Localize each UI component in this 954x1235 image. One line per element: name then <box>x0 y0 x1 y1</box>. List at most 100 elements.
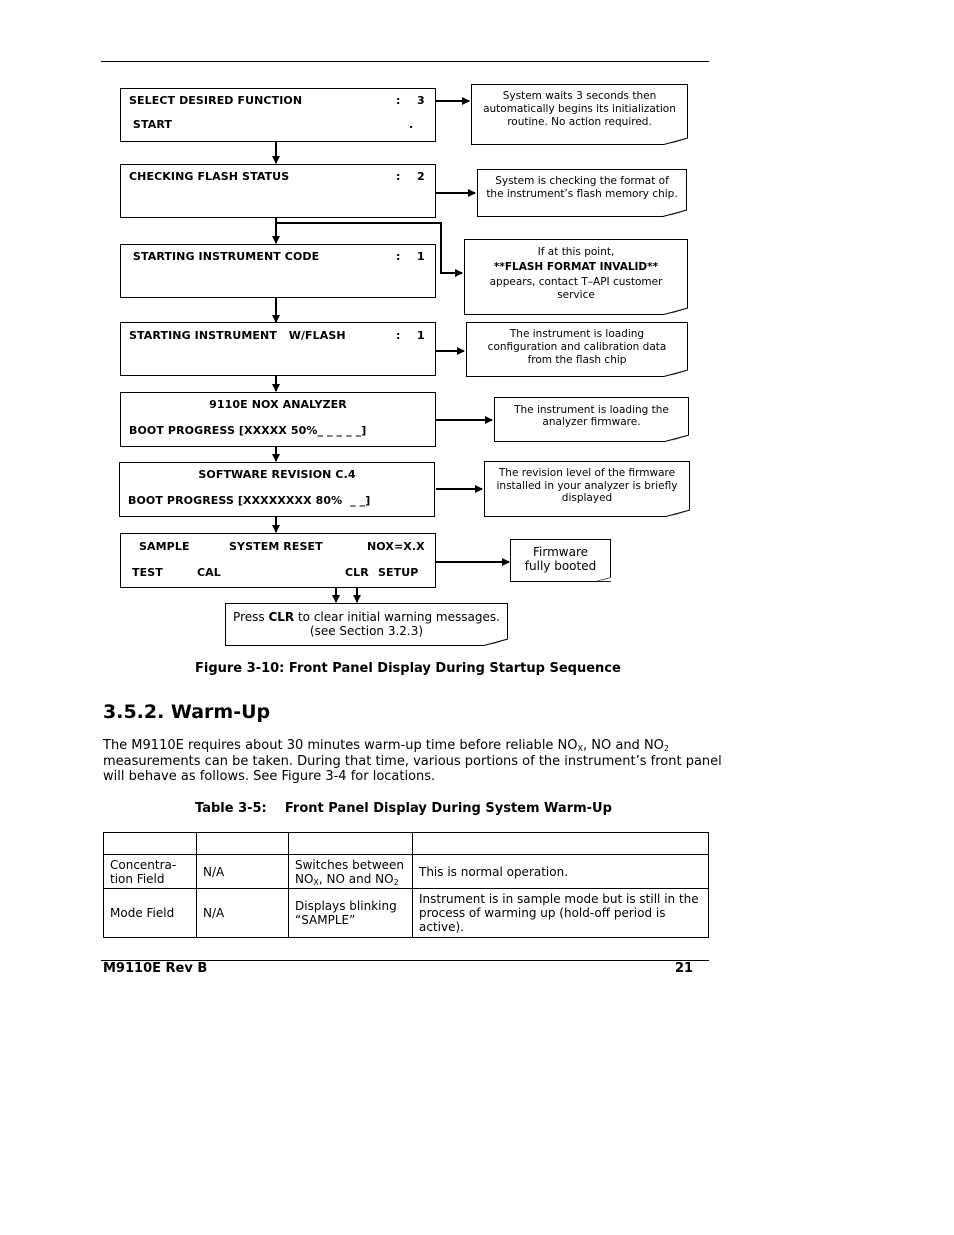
key-setup: SETUP <box>378 566 419 579</box>
display-panel-starting-code: STARTING INSTRUMENT CODE : 1 <box>120 244 436 298</box>
table-header-cell <box>412 832 709 855</box>
note-loading-firmware: The instrument is loading the analyzer f… <box>494 397 689 442</box>
note-line: configuration and calibration data <box>487 341 667 353</box>
table-caption: Table 3-5: Front Panel Display During Sy… <box>195 801 612 816</box>
panel-countdown: 3 <box>417 94 425 107</box>
note-clr-key: CLR <box>268 610 295 624</box>
mode-sample: SAMPLE <box>139 540 190 553</box>
folded-corner-icon <box>663 434 689 442</box>
panel-dot: . <box>409 118 414 131</box>
warmup-table: Concentra-tion Field N/A Switches betwee… <box>103 832 709 938</box>
cell-text: , NO and NO <box>318 871 394 886</box>
note-line: System is checking the format of <box>495 175 669 187</box>
panel-text: START <box>129 118 172 131</box>
note-line: automatically begins its initialization <box>483 103 676 115</box>
section-paragraph: The M9110E requires about 30 minutes war… <box>103 738 723 785</box>
note-line: Firmware <box>533 545 588 559</box>
table-row: Concentra-tion Field N/A Switches betwee… <box>103 854 709 889</box>
note-flash-check: System is checking the format of the ins… <box>477 169 687 217</box>
note-line: displayed <box>561 492 613 504</box>
folded-corner-icon <box>662 137 688 145</box>
folded-corner-icon <box>662 369 688 377</box>
note-line: The instrument is loading <box>509 328 645 340</box>
section-heading: 3.5.2. Warm-Up <box>103 701 271 723</box>
panel-text: SELECT DESIRED FUNCTION <box>129 94 303 107</box>
note-line: analyzer firmware. <box>542 416 641 428</box>
note-line: the instrument’s flash memory chip. <box>486 188 678 200</box>
display-panel-checking-flash: CHECKING FLASH STATUS : 2 <box>120 164 436 218</box>
panel-countdown: 2 <box>417 170 425 183</box>
note-line: service <box>557 289 595 301</box>
folded-corner-icon <box>597 577 611 582</box>
folded-corner-icon <box>482 638 508 646</box>
table-cell: This is normal operation. <box>412 854 709 889</box>
table-row: Mode Field N/A Displays blinking “SAMPLE… <box>103 888 709 938</box>
subscript: 2 <box>663 744 669 753</box>
header-rule <box>101 61 709 62</box>
note-line: routine. No action required. <box>507 116 652 128</box>
note-line: (see Section 3.2.3) <box>309 624 424 638</box>
concentration-nox: NOX=X.X <box>367 540 425 553</box>
note-line: The instrument is loading the <box>514 404 669 416</box>
key-cal: CAL <box>197 566 221 579</box>
table-header-row <box>103 832 709 855</box>
table-cell: Mode Field <box>103 888 197 938</box>
note-firmware-booted: Firmware fully booted <box>510 539 611 582</box>
note-text: to clear initial warning messages. <box>294 610 500 624</box>
footer-doc-id: M9110E Rev B <box>103 961 208 976</box>
display-panel-software-revision: SOFTWARE REVISION C.4 BOOT PROGRESS [XXX… <box>119 462 435 517</box>
panel-countdown: 1 <box>417 329 425 342</box>
display-panel-sample-mode: SAMPLE SYSTEM RESET NOX=X.X TEST CAL CLR… <box>120 533 436 588</box>
panel-colon: : <box>396 94 401 107</box>
table-header-cell <box>288 832 413 855</box>
table-cell: Instrument is in sample mode but is stil… <box>412 888 709 938</box>
note-line: fully booted <box>524 559 597 573</box>
note-text: Press <box>233 610 269 624</box>
note-line: from the flash chip <box>527 354 627 366</box>
table-cell: Concentra-tion Field <box>103 854 197 889</box>
panel-text: CHECKING FLASH STATUS <box>129 170 290 183</box>
note-line: Press CLR to clear initial warning messa… <box>226 610 507 624</box>
para-text: measurements can be taken. During that t… <box>103 753 722 785</box>
footer-page-number: 21 <box>675 961 694 976</box>
panel-title: SOFTWARE REVISION C.4 <box>198 468 356 481</box>
table-header-cell <box>103 832 197 855</box>
subscript: 2 <box>393 877 399 887</box>
panel-colon: : <box>396 250 401 263</box>
panel-title: 9110E NOX ANALYZER <box>209 398 347 411</box>
display-panel-analyzer-boot: 9110E NOX ANALYZER BOOT PROGRESS [XXXXX … <box>120 392 436 447</box>
display-panel-starting-wflash: STARTING INSTRUMENT W/FLASH : 1 <box>120 322 436 376</box>
para-text: The M9110E requires about 30 minutes war… <box>103 738 578 753</box>
note-flash-invalid: If at this point, **FLASH FORMAT INVALID… <box>464 239 688 315</box>
table-cell: N/A <box>196 888 289 938</box>
table-cell: N/A <box>196 854 289 889</box>
table-header-cell <box>196 832 289 855</box>
note-line: System waits 3 seconds then <box>502 90 657 102</box>
boot-progress-80: BOOT PROGRESS [XXXXXXXX 80% _ _] <box>128 494 371 507</box>
folded-corner-icon <box>662 307 688 315</box>
note-line: installed in your analyzer is briefly <box>496 479 678 492</box>
figure-caption: Figure 3-10: Front Panel Display During … <box>195 661 621 676</box>
note-warning: **FLASH FORMAT INVALID** <box>493 261 659 273</box>
key-clr: CLR <box>345 566 369 579</box>
panel-colon: : <box>396 329 401 342</box>
note-initialization: System waits 3 seconds then automaticall… <box>471 84 688 145</box>
panel-text: STARTING INSTRUMENT CODE <box>129 250 320 263</box>
table-cell: Displays blinking “SAMPLE” <box>288 888 413 938</box>
panel-countdown: 1 <box>417 250 425 263</box>
folded-corner-icon <box>661 209 687 217</box>
note-loading-config: The instrument is loading configuration … <box>466 322 688 377</box>
panel-text: STARTING INSTRUMENT W/FLASH <box>129 329 346 342</box>
note-clr-warning: Press CLR to clear initial warning messa… <box>225 603 508 646</box>
note-revision-level: The revision level of the firmware insta… <box>484 461 690 517</box>
table-cell: Switches between NOX, NO and NO2 <box>288 854 413 889</box>
boot-progress-50: BOOT PROGRESS [XXXXX 50%_ _ _ _ _] <box>129 424 367 437</box>
folded-corner-icon <box>664 509 690 517</box>
message-system-reset: SYSTEM RESET <box>229 540 323 553</box>
display-panel-select-function: SELECT DESIRED FUNCTION : 3 START . <box>120 88 436 142</box>
note-line: If at this point, <box>537 246 615 258</box>
para-text: , NO and NO <box>583 738 664 753</box>
panel-colon: : <box>396 170 401 183</box>
key-test: TEST <box>132 566 163 579</box>
note-line: The revision level of the firmware <box>498 467 676 479</box>
